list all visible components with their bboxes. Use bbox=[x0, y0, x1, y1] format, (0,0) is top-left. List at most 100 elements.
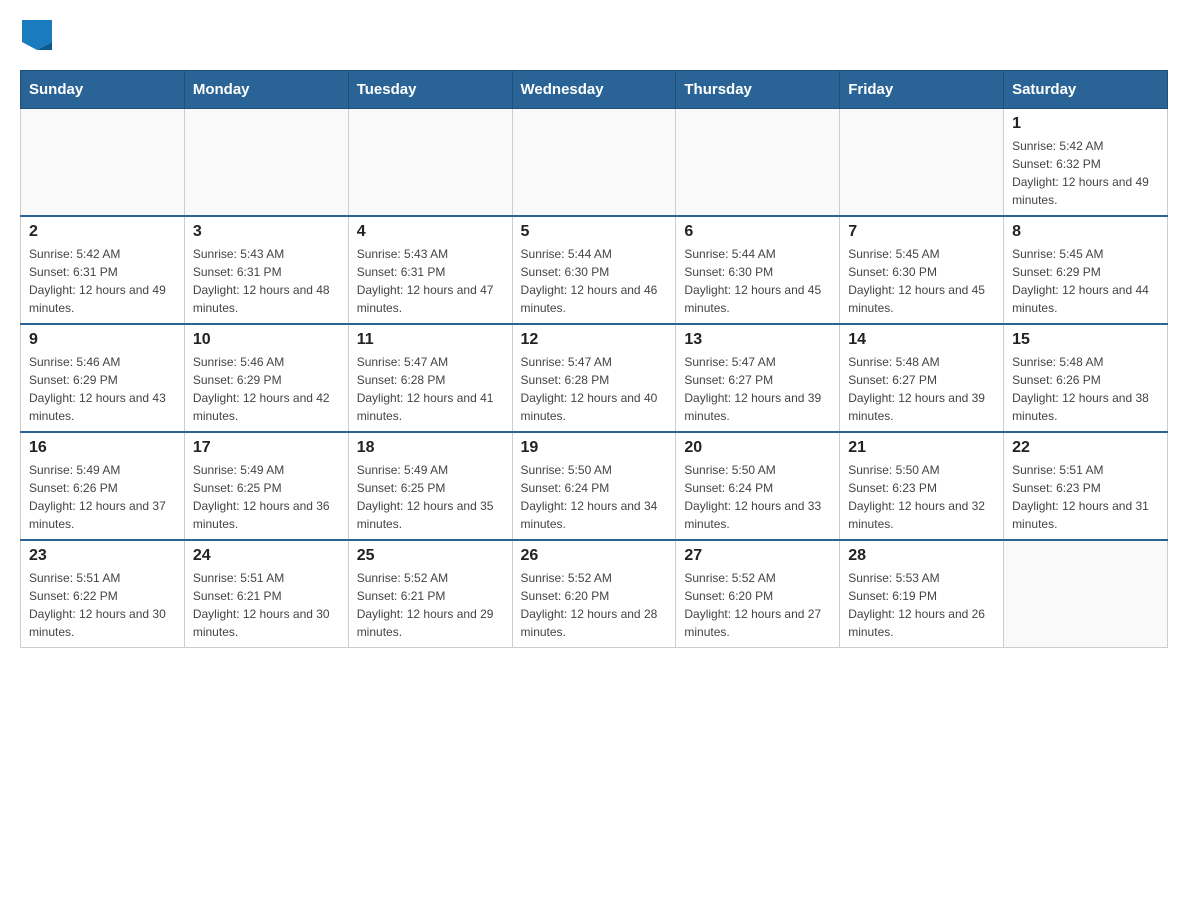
calendar-day-cell bbox=[21, 109, 185, 217]
day-info: Sunrise: 5:45 AM Sunset: 6:30 PM Dayligh… bbox=[848, 245, 995, 317]
calendar-day-cell: 3 Sunrise: 5:43 AM Sunset: 6:31 PM Daylig… bbox=[184, 216, 348, 324]
day-number: 9 bbox=[29, 331, 176, 349]
calendar-day-cell bbox=[184, 109, 348, 217]
calendar-day-cell: 26 Sunrise: 5:52 AM Sunset: 6:20 PM Dayli… bbox=[512, 540, 676, 648]
calendar-day-cell: 17 Sunrise: 5:49 AM Sunset: 6:25 PM Dayli… bbox=[184, 432, 348, 540]
day-info: Sunrise: 5:47 AM Sunset: 6:27 PM Dayligh… bbox=[684, 353, 831, 425]
calendar-day-cell bbox=[676, 109, 840, 217]
calendar-day-cell: 2 Sunrise: 5:42 AM Sunset: 6:31 PM Daylig… bbox=[21, 216, 185, 324]
day-number: 3 bbox=[193, 223, 340, 241]
day-number: 11 bbox=[357, 331, 504, 349]
day-info: Sunrise: 5:50 AM Sunset: 6:24 PM Dayligh… bbox=[521, 461, 668, 533]
logo bbox=[20, 20, 54, 50]
calendar-day-cell: 13 Sunrise: 5:47 AM Sunset: 6:27 PM Dayli… bbox=[676, 324, 840, 432]
calendar-day-cell: 14 Sunrise: 5:48 AM Sunset: 6:27 PM Dayli… bbox=[840, 324, 1004, 432]
calendar-header-row: SundayMondayTuesdayWednesdayThursdayFrid… bbox=[21, 71, 1168, 109]
day-number: 4 bbox=[357, 223, 504, 241]
day-info: Sunrise: 5:49 AM Sunset: 6:25 PM Dayligh… bbox=[193, 461, 340, 533]
calendar-day-cell: 9Sunrise: 5:46 AM Sunset: 6:29 PM Daylig… bbox=[21, 324, 185, 432]
day-of-week-header: Monday bbox=[184, 71, 348, 109]
calendar-day-cell: 23 Sunrise: 5:51 AM Sunset: 6:22 PM Dayli… bbox=[21, 540, 185, 648]
day-info: Sunrise: 5:51 AM Sunset: 6:23 PM Dayligh… bbox=[1012, 461, 1159, 533]
day-number: 24 bbox=[193, 547, 340, 565]
calendar-day-cell: 7 Sunrise: 5:45 AM Sunset: 6:30 PM Daylig… bbox=[840, 216, 1004, 324]
day-info: Sunrise: 5:47 AM Sunset: 6:28 PM Dayligh… bbox=[357, 353, 504, 425]
day-info: Sunrise: 5:43 AM Sunset: 6:31 PM Dayligh… bbox=[193, 245, 340, 317]
page-header bbox=[20, 20, 1168, 50]
day-info: Sunrise: 5:48 AM Sunset: 6:26 PM Dayligh… bbox=[1012, 353, 1159, 425]
calendar-day-cell: 22 Sunrise: 5:51 AM Sunset: 6:23 PM Dayli… bbox=[1004, 432, 1168, 540]
calendar-week-row: 23 Sunrise: 5:51 AM Sunset: 6:22 PM Dayli… bbox=[21, 540, 1168, 648]
day-of-week-header: Sunday bbox=[21, 71, 185, 109]
day-number: 2 bbox=[29, 223, 176, 241]
day-number: 21 bbox=[848, 439, 995, 457]
calendar-week-row: 9 Sunrise: 5:46 AM Sunset: 6:29 PM Daylig… bbox=[21, 324, 1168, 432]
day-number: 16 bbox=[29, 439, 176, 457]
day-of-week-header: Friday bbox=[840, 71, 1004, 109]
day-number: 7 bbox=[848, 223, 995, 241]
day-number: 23 bbox=[29, 547, 176, 565]
calendar-week-row: 16 Sunrise: 5:49 AM Sunset: 6:26 PM Dayli… bbox=[21, 432, 1168, 540]
calendar-day-cell: 20 Sunrise: 5:50 AM Sunset: 6:24 PM Dayli… bbox=[676, 432, 840, 540]
day-info: Sunrise: 5:52 AM Sunset: 6:20 PM Dayligh… bbox=[521, 569, 668, 641]
calendar-table: SundayMondayTuesdayWednesdayThursdayFrid… bbox=[20, 70, 1168, 648]
day-info: Sunrise: 5:42 AM Sunset: 6:31 PM Dayligh… bbox=[29, 245, 176, 317]
day-number: 13 bbox=[684, 331, 831, 349]
day-info: Sunrise: 5:50 AM Sunset: 6:23 PM Dayligh… bbox=[848, 461, 995, 533]
day-info: Sunrise: 5:45 AM Sunset: 6:29 PM Dayligh… bbox=[1012, 245, 1159, 317]
day-number: 15 bbox=[1012, 331, 1159, 349]
calendar-day-cell: 15 Sunrise: 5:48 AM Sunset: 6:26 PM Dayli… bbox=[1004, 324, 1168, 432]
day-number: 28 bbox=[848, 547, 995, 565]
day-info: Sunrise: 5:53 AM Sunset: 6:19 PM Dayligh… bbox=[848, 569, 995, 641]
day-info: Sunrise: 5:50 AM Sunset: 6:24 PM Dayligh… bbox=[684, 461, 831, 533]
day-info: Sunrise: 5:52 AM Sunset: 6:21 PM Dayligh… bbox=[357, 569, 504, 641]
day-info: Sunrise: 5:49 AM Sunset: 6:26 PM Dayligh… bbox=[29, 461, 176, 533]
calendar-day-cell bbox=[840, 109, 1004, 217]
day-number: 12 bbox=[521, 331, 668, 349]
calendar-day-cell: 24 Sunrise: 5:51 AM Sunset: 6:21 PM Dayli… bbox=[184, 540, 348, 648]
calendar-day-cell: 11 Sunrise: 5:47 AM Sunset: 6:28 PM Dayli… bbox=[348, 324, 512, 432]
calendar-day-cell: 28 Sunrise: 5:53 AM Sunset: 6:19 PM Dayli… bbox=[840, 540, 1004, 648]
day-info: Sunrise: 5:44 AM Sunset: 6:30 PM Dayligh… bbox=[521, 245, 668, 317]
day-info: Sunrise: 5:51 AM Sunset: 6:22 PM Dayligh… bbox=[29, 569, 176, 641]
calendar-day-cell: 1 Sunrise: 5:42 AM Sunset: 6:32 PM Daylig… bbox=[1004, 109, 1168, 217]
calendar-day-cell bbox=[1004, 540, 1168, 648]
day-info: Sunrise: 5:51 AM Sunset: 6:21 PM Dayligh… bbox=[193, 569, 340, 641]
day-number: 19 bbox=[521, 439, 668, 457]
day-number: 22 bbox=[1012, 439, 1159, 457]
calendar-day-cell: 5 Sunrise: 5:44 AM Sunset: 6:30 PM Daylig… bbox=[512, 216, 676, 324]
calendar-week-row: 2 Sunrise: 5:42 AM Sunset: 6:31 PM Daylig… bbox=[21, 216, 1168, 324]
day-number: 14 bbox=[848, 331, 995, 349]
day-number: 25 bbox=[357, 547, 504, 565]
calendar-day-cell: 27 Sunrise: 5:52 AM Sunset: 6:20 PM Dayli… bbox=[676, 540, 840, 648]
day-of-week-header: Wednesday bbox=[512, 71, 676, 109]
calendar-day-cell: 8 Sunrise: 5:45 AM Sunset: 6:29 PM Daylig… bbox=[1004, 216, 1168, 324]
calendar-day-cell: 6 Sunrise: 5:44 AM Sunset: 6:30 PM Daylig… bbox=[676, 216, 840, 324]
day-of-week-header: Tuesday bbox=[348, 71, 512, 109]
day-number: 17 bbox=[193, 439, 340, 457]
calendar-day-cell: 19 Sunrise: 5:50 AM Sunset: 6:24 PM Dayli… bbox=[512, 432, 676, 540]
calendar-day-cell: 4 Sunrise: 5:43 AM Sunset: 6:31 PM Daylig… bbox=[348, 216, 512, 324]
day-number: 1 bbox=[1012, 115, 1159, 133]
day-number: 6 bbox=[684, 223, 831, 241]
day-number: 27 bbox=[684, 547, 831, 565]
day-info: Sunrise: 5:43 AM Sunset: 6:31 PM Dayligh… bbox=[357, 245, 504, 317]
day-info: Sunrise: 5:44 AM Sunset: 6:30 PM Dayligh… bbox=[684, 245, 831, 317]
calendar-day-cell: 16 Sunrise: 5:49 AM Sunset: 6:26 PM Dayli… bbox=[21, 432, 185, 540]
day-number: 18 bbox=[357, 439, 504, 457]
day-info: Sunrise: 5:46 AM Sunset: 6:29 PM Dayligh… bbox=[193, 353, 340, 425]
day-info: Sunrise: 5:52 AM Sunset: 6:20 PM Dayligh… bbox=[684, 569, 831, 641]
logo-icon bbox=[22, 20, 52, 50]
calendar-day-cell: 10 Sunrise: 5:46 AM Sunset: 6:29 PM Dayli… bbox=[184, 324, 348, 432]
day-number: 20 bbox=[684, 439, 831, 457]
calendar-day-cell bbox=[348, 109, 512, 217]
day-number: 26 bbox=[521, 547, 668, 565]
day-info: Sunrise: 5:42 AM Sunset: 6:32 PM Dayligh… bbox=[1012, 137, 1159, 209]
day-number: 8 bbox=[1012, 223, 1159, 241]
day-number: 10 bbox=[193, 331, 340, 349]
day-number: 5 bbox=[521, 223, 668, 241]
calendar-week-row: 1 Sunrise: 5:42 AM Sunset: 6:32 PM Daylig… bbox=[21, 109, 1168, 217]
day-info: Sunrise: 5:48 AM Sunset: 6:27 PM Dayligh… bbox=[848, 353, 995, 425]
calendar-day-cell: 21 Sunrise: 5:50 AM Sunset: 6:23 PM Dayli… bbox=[840, 432, 1004, 540]
calendar-day-cell: 18Sunrise: 5:49 AM Sunset: 6:25 PM Dayli… bbox=[348, 432, 512, 540]
